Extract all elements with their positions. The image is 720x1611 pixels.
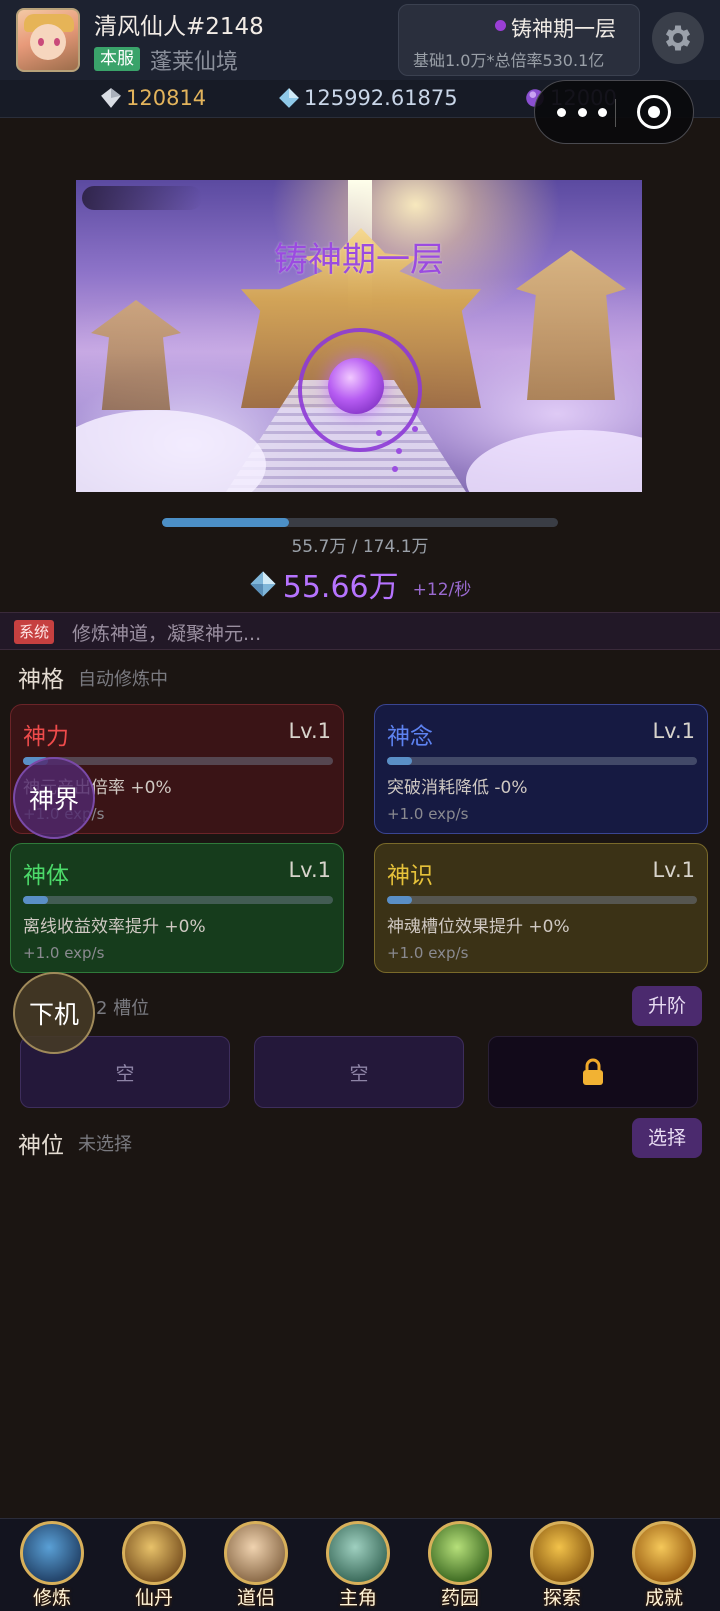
orb-spark <box>376 430 382 436</box>
soul-slot-empty[interactable]: 空 <box>254 1036 464 1108</box>
select-shenwei-button[interactable]: 选择 <box>632 1118 702 1158</box>
nav-label: 药园 <box>440 1587 479 1609</box>
realm-scene-title: 铸神期一层 <box>274 240 444 280</box>
spirit-stone-value: 120814 <box>126 86 207 110</box>
stat-rate: +1.0 exp/s <box>387 805 469 823</box>
miniprogram-capsule <box>534 80 694 144</box>
stat-progress-bar <box>387 757 697 765</box>
cultivation-progress-text: 55.7万 / 174.1万 <box>291 537 429 557</box>
upgrade-button[interactable]: 升阶 <box>632 986 702 1026</box>
stat-effect: 离线收益效率提升 +0% <box>23 917 206 937</box>
essence-row: 55.66万 +12/秒 <box>0 564 720 605</box>
orb-spark <box>412 426 418 432</box>
stat-level: Lv.1 <box>288 719 331 743</box>
shenge-title: 神格 <box>18 667 64 693</box>
spirit-stone-icon <box>101 88 121 108</box>
cultivation-progress-bar <box>162 518 558 527</box>
realm-title: 铸神期一层 <box>511 17 616 41</box>
soul-slot-locked[interactable] <box>488 1036 698 1108</box>
stat-rate: +1.0 exp/s <box>387 944 469 962</box>
system-message-bar: 系统 修炼神道，凝聚神元... <box>0 612 720 650</box>
offline-float-button[interactable]: 下机 <box>13 972 95 1054</box>
cloud-right <box>466 430 642 492</box>
pavilion-left <box>91 300 181 410</box>
bottom-nav: 修炼 仙丹 道侣 主角 药园 探索 成就 <box>0 1518 720 1611</box>
stat-level: Lv.1 <box>288 858 331 882</box>
more-options-icon[interactable] <box>557 101 607 123</box>
stat-effect: 神魂槽位效果提升 +0% <box>387 917 570 937</box>
player-name: 清风仙人#2148 <box>94 14 264 40</box>
nav-explore[interactable]: 探索 <box>516 1519 608 1611</box>
top-bar: 清风仙人#2148 本服 蓬莱仙境 铸神期一层 基础1.0万*总倍率530.1亿 <box>0 0 720 80</box>
hero-icon <box>326 1521 390 1585</box>
nav-label: 成就 <box>644 1587 683 1609</box>
explore-icon <box>530 1521 594 1585</box>
spirit-stone-counter: 120814 <box>100 86 206 110</box>
cultivate-icon <box>20 1521 84 1585</box>
orb-spark <box>396 448 402 454</box>
stat-level: Lv.1 <box>652 858 695 882</box>
stat-progress-fill <box>387 896 412 904</box>
stat-name: 神识 <box>387 863 433 889</box>
capsule-divider <box>615 99 616 127</box>
stat-name: 神力 <box>23 724 69 750</box>
stat-effect: 突破消耗降低 -0% <box>387 778 528 798</box>
stat-progress-bar <box>23 896 333 904</box>
slot-count: 2 槽位 <box>96 998 150 1019</box>
stat-name: 神体 <box>23 863 69 889</box>
herb-garden-icon <box>428 1521 492 1585</box>
settings-button[interactable] <box>652 12 704 64</box>
nav-label: 修炼 <box>32 1587 71 1609</box>
nav-label: 探索 <box>542 1587 581 1609</box>
stat-progress-fill <box>23 896 48 904</box>
stat-level: Lv.1 <box>652 719 695 743</box>
realm-stats: 基础1.0万*总倍率530.1亿 <box>413 51 605 70</box>
companion-icon <box>224 1521 288 1585</box>
achievement-icon <box>632 1521 696 1585</box>
server-badge: 本服 <box>94 47 140 71</box>
realm-panel[interactable]: 铸神期一层 基础1.0万*总倍率530.1亿 <box>398 4 640 76</box>
stat-name: 神念 <box>387 724 433 750</box>
nav-label: 仙丹 <box>134 1587 173 1609</box>
essence-rate: +12/秒 <box>412 579 472 600</box>
essence-value: 55.66万 <box>282 570 399 605</box>
player-avatar[interactable] <box>16 8 80 72</box>
cultivation-orb[interactable] <box>328 358 384 414</box>
crystal-counter: 125992.61875 <box>278 86 458 110</box>
nav-cultivate[interactable]: 修炼 <box>6 1519 98 1611</box>
nav-achievement[interactable]: 成就 <box>618 1519 710 1611</box>
scene-label-bar <box>82 186 202 210</box>
stat-card-shennian[interactable]: 神念 Lv.1 突破消耗降低 -0% +1.0 exp/s <box>374 704 708 834</box>
stat-progress-fill <box>387 757 412 765</box>
shenjie-float-button[interactable]: 神界 <box>13 757 95 839</box>
orb-spark <box>392 466 398 472</box>
gear-icon <box>665 25 691 51</box>
realm-dot-icon <box>495 20 506 31</box>
cloud-left <box>76 410 266 492</box>
realm-scene-image: 铸神期一层 <box>76 180 642 492</box>
nav-label: 主角 <box>338 1587 377 1609</box>
nav-hero[interactable]: 主角 <box>312 1519 404 1611</box>
elixir-icon <box>122 1521 186 1585</box>
nav-label: 道侣 <box>236 1587 275 1609</box>
nav-elixir[interactable]: 仙丹 <box>108 1519 200 1611</box>
nav-companion[interactable]: 道侣 <box>210 1519 302 1611</box>
server-name: 蓬莱仙境 <box>150 50 239 75</box>
cultivation-progress-fill <box>162 518 289 527</box>
close-miniprogram-icon[interactable] <box>637 95 671 129</box>
lock-icon <box>583 1058 603 1085</box>
crystal-value: 125992.61875 <box>304 86 458 110</box>
nav-herb-garden[interactable]: 药园 <box>414 1519 506 1611</box>
shenge-status: 自动修炼中 <box>78 669 168 690</box>
system-tag: 系统 <box>14 620 55 644</box>
shenwei-title: 神位 <box>18 1133 64 1159</box>
system-message: 修炼神道，凝聚神元... <box>72 623 262 645</box>
stat-card-shenti[interactable]: 神体 Lv.1 离线收益效率提升 +0% +1.0 exp/s <box>10 843 344 973</box>
shenwei-status: 未选择 <box>78 1134 132 1155</box>
stat-card-shenshi[interactable]: 神识 Lv.1 神魂槽位效果提升 +0% +1.0 exp/s <box>374 843 708 973</box>
stat-rate: +1.0 exp/s <box>23 944 105 962</box>
crystal-icon <box>279 88 299 108</box>
stat-progress-bar <box>387 896 697 904</box>
essence-crystal-icon <box>250 571 276 597</box>
